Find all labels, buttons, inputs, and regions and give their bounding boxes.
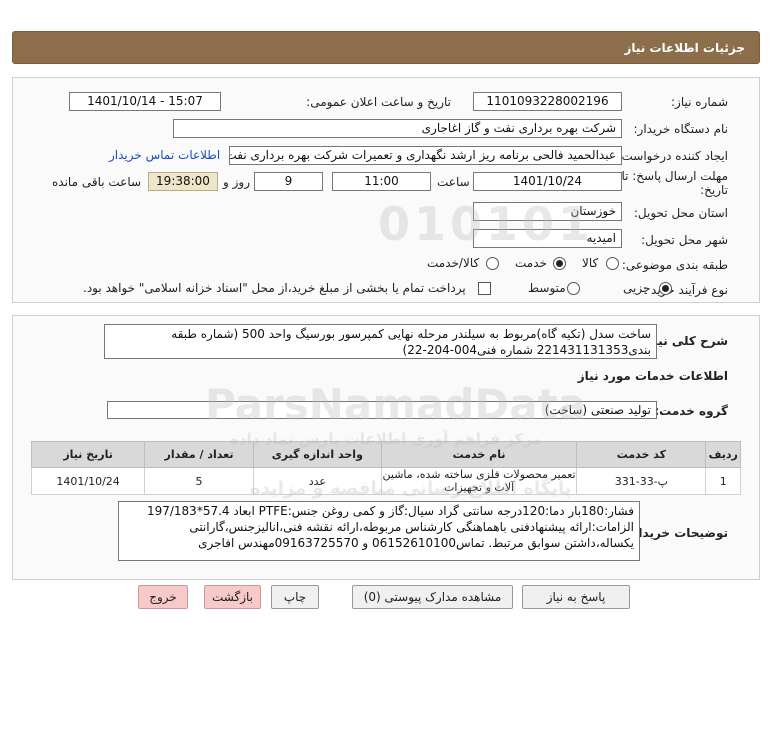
remaining-time-field: 19:38:00 bbox=[148, 172, 218, 191]
announce-date-label: تاریخ و ساعت اعلان عمومی: bbox=[306, 95, 451, 109]
buyer-org-label: نام دستگاه خریدار: bbox=[633, 122, 729, 136]
category-label: طبقه بندی موضوعی: bbox=[621, 258, 728, 272]
col-unit: واحد اندازه گیری bbox=[252, 441, 382, 468]
remaining-time-label: ساعت باقی مانده bbox=[52, 175, 142, 189]
category-goods-label: کالا bbox=[582, 256, 599, 270]
cell-service-name: تعمیر محصولات فلزی ساخته شده، ماشین آلات… bbox=[380, 467, 578, 495]
cell-need-date: 1401/10/24 bbox=[30, 467, 146, 495]
need-summary-line-1: ساخت سدل (تکیه گاه)مربوط به سیلندر مرحله… bbox=[171, 327, 651, 341]
col-service-code: کد خدمت bbox=[576, 441, 707, 468]
treasury-payment-checkbox[interactable] bbox=[478, 282, 491, 295]
cell-service-code: پ-33-331 bbox=[576, 467, 707, 495]
back-button[interactable]: بازگشت bbox=[204, 585, 261, 609]
need-number-field[interactable]: 1101093228002196 bbox=[473, 92, 622, 111]
buyer-notes-line-1: فشار:180بار دما:120درجه سانتی گراد سیال:… bbox=[146, 504, 634, 518]
province-field[interactable]: خوزستان bbox=[473, 202, 622, 221]
remaining-days-field[interactable]: 9 bbox=[254, 172, 323, 191]
days-label: روز و bbox=[223, 175, 250, 189]
city-field[interactable]: امیدیه bbox=[473, 229, 622, 248]
creator-field[interactable]: عبدالحمید فالحی برنامه ریز ارشد نگهداری … bbox=[229, 146, 622, 165]
attachments-button[interactable]: مشاهده مدارک پیوستی (0) bbox=[352, 585, 513, 609]
need-number-label: شماره نیاز: bbox=[671, 95, 728, 109]
page-title: جزئیات اطلاعات نیاز bbox=[624, 41, 745, 55]
category-goods-service-label: کالا/خدمت bbox=[427, 256, 480, 270]
col-service-name: نام خدمت bbox=[380, 441, 578, 468]
process-minor-label: جزیی bbox=[623, 281, 651, 295]
process-type-label: نوع فرآیند خرید : bbox=[643, 283, 728, 297]
deadline-time-label: ساعت bbox=[437, 175, 470, 189]
service-group-label: گروه خدمت: bbox=[654, 404, 728, 418]
need-summary-line-2: بندی221431131353 شماره فنی004-204-22) bbox=[402, 343, 651, 357]
province-label: استان محل تحویل: bbox=[633, 206, 728, 220]
print-button[interactable]: چاپ bbox=[271, 585, 319, 609]
cell-quantity: 5 bbox=[144, 467, 254, 495]
services-table: ردیف کد خدمت نام خدمت واحد اندازه گیری ت… bbox=[30, 441, 741, 495]
exit-button[interactable]: خروج bbox=[138, 585, 188, 609]
need-summary-box: ساخت سدل (تکیه گاه)مربوط به سیلندر مرحله… bbox=[104, 324, 657, 359]
reply-button[interactable]: پاسخ به نیاز bbox=[522, 585, 630, 609]
category-service-radio[interactable] bbox=[553, 257, 566, 270]
treasury-payment-text: پرداخت تمام یا بخشی از مبلغ خرید،از محل … bbox=[83, 281, 466, 295]
buyer-contact-link[interactable]: اطلاعات تماس خریدار bbox=[109, 148, 220, 162]
deadline-label: مهلت ارسال پاسخ: تا bbox=[621, 169, 728, 183]
buyer-notes-label: توضیحات خریدار: bbox=[626, 526, 728, 540]
category-service-label: خدمت bbox=[515, 256, 547, 270]
category-goods-radio[interactable] bbox=[606, 257, 619, 270]
buyer-org-field[interactable]: شرکت بهره برداری نفت و گاز اغاجاری bbox=[173, 119, 622, 138]
process-medium-radio[interactable] bbox=[567, 282, 580, 295]
col-quantity: تعداد / مقدار bbox=[144, 441, 254, 468]
services-section-title: اطلاعات خدمات مورد نیاز bbox=[577, 369, 728, 383]
cell-unit: عدد bbox=[252, 467, 382, 495]
page-header: جزئیات اطلاعات نیاز bbox=[12, 31, 760, 64]
table-row[interactable]: 1 پ-33-331 تعمیر محصولات فلزی ساخته شده،… bbox=[30, 467, 741, 495]
services-table-header: ردیف کد خدمت نام خدمت واحد اندازه گیری ت… bbox=[30, 441, 741, 468]
service-group-field[interactable]: تولید صنعتی (ساخت) bbox=[107, 401, 657, 419]
page: جزئیات اطلاعات نیاز شماره نیاز: 11010932… bbox=[0, 0, 770, 745]
col-need-date: تاریخ نیاز bbox=[30, 441, 146, 468]
deadline-date-field[interactable]: 1401/10/24 bbox=[473, 172, 622, 191]
col-row-number: ردیف bbox=[705, 441, 741, 468]
announce-date-field[interactable]: 1401/10/14 - 15:07 bbox=[69, 92, 221, 111]
process-minor-radio[interactable] bbox=[659, 282, 672, 295]
buyer-notes-line-2: الزامات:ارائه پیشنهادفنی باهماهنگی کارشن… bbox=[189, 520, 634, 534]
buyer-notes-box: فشار:180بار دما:120درجه سانتی گراد سیال:… bbox=[118, 501, 640, 561]
category-goods-service-radio[interactable] bbox=[486, 257, 499, 270]
buyer-notes-line-3: یکساله،داشتن سوابق مرتبط. تماس0615261010… bbox=[198, 536, 634, 550]
city-label: شهر محل تحویل: bbox=[641, 233, 728, 247]
cell-row-number: 1 bbox=[705, 467, 741, 495]
creator-label: ایجاد کننده درخواست: bbox=[617, 149, 728, 163]
deadline-time-field[interactable]: 11:00 bbox=[332, 172, 431, 191]
process-medium-label: متوسط bbox=[528, 281, 566, 295]
deadline-date-label: تاریخ: bbox=[700, 183, 728, 197]
